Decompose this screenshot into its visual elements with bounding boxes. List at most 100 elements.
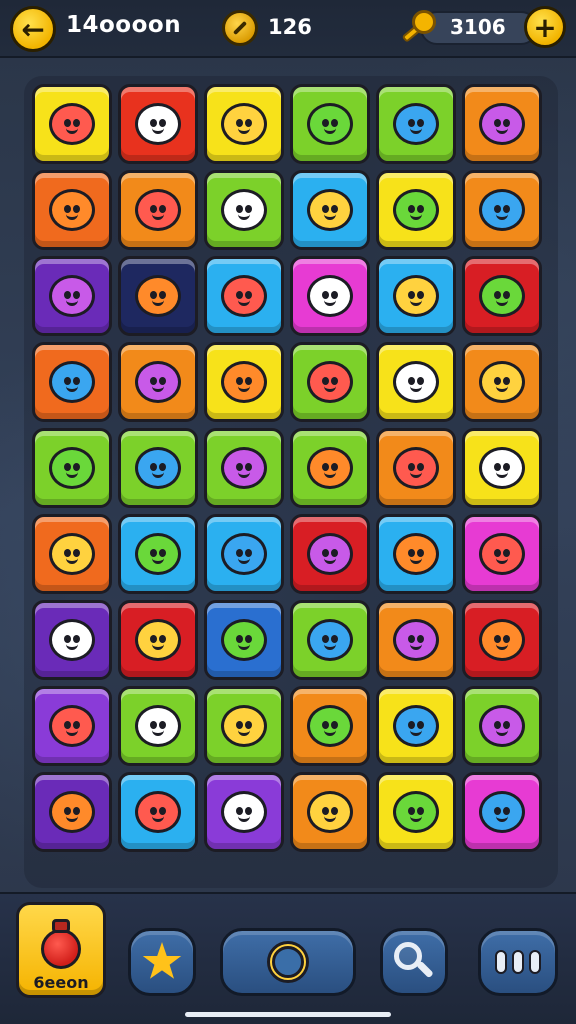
tile[interactable]	[290, 772, 370, 852]
tile[interactable]	[32, 514, 112, 594]
yellow-lemon-icon	[393, 361, 439, 403]
tile[interactable]	[32, 772, 112, 852]
tile[interactable]	[204, 428, 284, 508]
tile[interactable]	[290, 686, 370, 766]
tile[interactable]	[462, 84, 542, 164]
tile[interactable]	[32, 600, 112, 680]
boy-face-icon	[479, 103, 525, 145]
red-balloon-icon	[221, 533, 267, 575]
top-bar: ← 14oooon 126 3106 +	[0, 0, 576, 58]
blue-cat-icon	[49, 705, 95, 747]
tile[interactable]	[204, 514, 284, 594]
tile[interactable]	[376, 170, 456, 250]
tile[interactable]	[376, 342, 456, 422]
tile[interactable]	[204, 342, 284, 422]
tile[interactable]	[376, 772, 456, 852]
tile[interactable]	[290, 256, 370, 336]
star-icon	[142, 942, 182, 979]
tile[interactable]	[376, 600, 456, 680]
pink-turnip-icon	[49, 447, 95, 489]
tile[interactable]	[32, 170, 112, 250]
flame-face-icon	[221, 447, 267, 489]
key-icon	[398, 8, 440, 48]
tile[interactable]	[32, 84, 112, 164]
potion-booster-button[interactable]: 6eeon	[16, 902, 106, 998]
tile[interactable]	[204, 170, 284, 250]
shuffle-button[interactable]	[220, 928, 356, 996]
tile[interactable]	[118, 342, 198, 422]
lightning-cloud-icon	[49, 275, 95, 317]
white-cat-icon	[135, 103, 181, 145]
tile[interactable]	[462, 600, 542, 680]
yellow-smile-icon	[307, 189, 353, 231]
tile[interactable]	[462, 256, 542, 336]
star-button[interactable]	[128, 928, 196, 996]
tile[interactable]	[118, 170, 198, 250]
level-title: 14oooon	[66, 12, 182, 38]
tile[interactable]	[204, 256, 284, 336]
leaf-icon	[307, 103, 353, 145]
red-potion-icon	[39, 919, 83, 969]
red-tomato-icon	[49, 361, 95, 403]
blue-fish-icon	[393, 189, 439, 231]
gold-shuriken-icon	[49, 791, 95, 833]
purple-cat-icon	[479, 275, 525, 317]
tile[interactable]	[118, 600, 198, 680]
purple-drop-icon	[479, 791, 525, 833]
brush-shield-icon	[49, 533, 95, 575]
hint-button[interactable]	[380, 928, 448, 996]
sun-face-icon	[393, 103, 439, 145]
skull-critter-icon	[393, 447, 439, 489]
blue-crystal-icon	[393, 275, 439, 317]
tile[interactable]	[290, 342, 370, 422]
tile[interactable]	[118, 428, 198, 508]
tile[interactable]	[462, 772, 542, 852]
green-frog-icon	[479, 447, 525, 489]
tile[interactable]	[462, 428, 542, 508]
tile[interactable]	[118, 84, 198, 164]
tile[interactable]	[462, 514, 542, 594]
tile[interactable]	[290, 600, 370, 680]
tile[interactable]	[118, 772, 198, 852]
tile[interactable]	[376, 84, 456, 164]
tile[interactable]	[118, 686, 198, 766]
green-dino-icon	[307, 619, 353, 661]
tile[interactable]	[290, 514, 370, 594]
yellow-chick-icon	[135, 619, 181, 661]
wooden-crate-icon	[393, 619, 439, 661]
red-flower-icon	[479, 361, 525, 403]
more-button[interactable]	[478, 928, 558, 996]
tile[interactable]	[32, 342, 112, 422]
tile[interactable]	[32, 686, 112, 766]
green-leaf-icon	[307, 361, 353, 403]
pink-radish-icon	[221, 275, 267, 317]
chef-hat-icon	[135, 275, 181, 317]
tile[interactable]	[32, 428, 112, 508]
tile[interactable]	[204, 772, 284, 852]
booster-label: 6eeon	[33, 973, 89, 992]
tile[interactable]	[376, 686, 456, 766]
tile[interactable]	[290, 428, 370, 508]
tile[interactable]	[32, 256, 112, 336]
tile[interactable]	[462, 170, 542, 250]
tile[interactable]	[290, 84, 370, 164]
tile[interactable]	[204, 686, 284, 766]
tile[interactable]	[204, 600, 284, 680]
tile[interactable]	[376, 428, 456, 508]
tile[interactable]	[290, 170, 370, 250]
tile[interactable]	[376, 514, 456, 594]
heart-card-icon	[221, 103, 267, 145]
tile[interactable]	[462, 342, 542, 422]
back-arrow-icon[interactable]: ←	[10, 6, 56, 52]
tile[interactable]	[204, 84, 284, 164]
pink-puff-icon	[307, 791, 353, 833]
orange-fruit-icon	[479, 705, 525, 747]
tile[interactable]	[462, 686, 542, 766]
tile[interactable]	[376, 256, 456, 336]
yellow-owl-icon	[393, 791, 439, 833]
add-currency-button[interactable]: +	[524, 6, 566, 48]
green-sprout-icon	[135, 791, 181, 833]
tile[interactable]	[118, 256, 198, 336]
tile[interactable]	[118, 514, 198, 594]
ring-coin-icon	[267, 941, 309, 983]
